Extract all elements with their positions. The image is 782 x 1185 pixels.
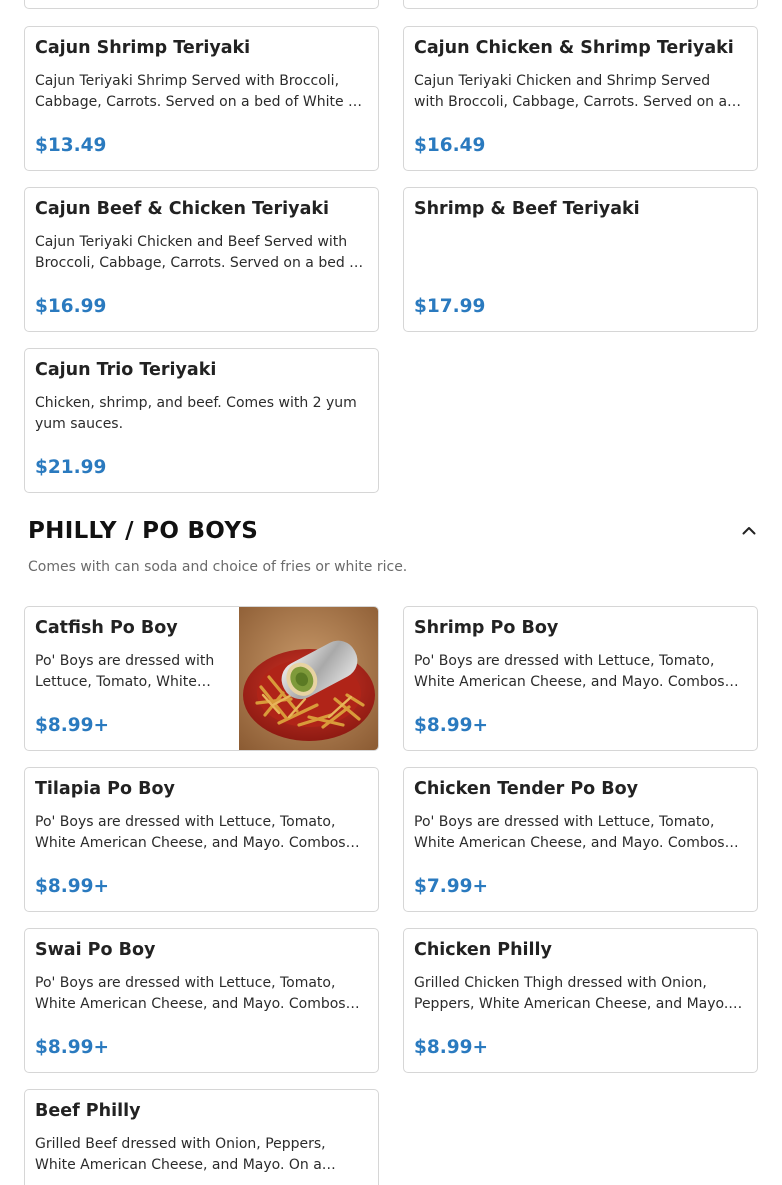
- menu-item-card-partial[interactable]: [403, 0, 758, 9]
- item-description: Po' Boys are dressed with Lettuce, Tomat…: [35, 653, 215, 690]
- wrap-with-fries-photo: [239, 607, 378, 750]
- menu-item-card[interactable]: Catfish Po Boy Po' Boys are dressed with…: [24, 606, 379, 751]
- item-name: Shrimp Po Boy: [414, 618, 559, 638]
- item-description: Grilled Chicken Thigh dressed with Onion…: [414, 975, 743, 1012]
- item-description: Chicken, shrimp, and beef. Comes with 2 …: [35, 395, 357, 432]
- item-price: $8.99+: [35, 1037, 110, 1058]
- menu-item-card[interactable]: Tilapia Po Boy Po' Boys are dressed with…: [24, 767, 379, 912]
- item-name: Swai Po Boy: [35, 940, 156, 960]
- section-title: PHILLY / PO BOYS: [28, 518, 259, 544]
- item-name: Beef Philly: [35, 1101, 141, 1121]
- item-description: Po' Boys are dressed with Lettuce, Tomat…: [35, 975, 360, 1012]
- item-price: $8.99+: [35, 876, 110, 897]
- menu-item-card[interactable]: Shrimp Po Boy Po' Boys are dressed with …: [403, 606, 758, 751]
- item-name: Cajun Shrimp Teriyaki: [35, 38, 251, 58]
- menu-item-card-partial[interactable]: [24, 0, 379, 9]
- item-price: $8.99+: [414, 715, 489, 736]
- item-description: Cajun Teriyaki Chicken and Beef Served w…: [35, 234, 364, 271]
- item-description: Po' Boys are dressed with Lettuce, Tomat…: [35, 814, 360, 851]
- item-name: Catfish Po Boy: [35, 618, 178, 638]
- item-description: Grilled Beef dressed with Onion, Peppers…: [35, 1136, 336, 1173]
- menu-item-card[interactable]: Cajun Shrimp Teriyaki Cajun Teriyaki Shr…: [24, 26, 379, 171]
- item-name: Shrimp & Beef Teriyaki: [414, 199, 640, 219]
- menu-item-card[interactable]: Cajun Beef & Chicken Teriyaki Cajun Teri…: [24, 187, 379, 332]
- menu-item-card[interactable]: Swai Po Boy Po' Boys are dressed with Le…: [24, 928, 379, 1073]
- item-name: Chicken Philly: [414, 940, 552, 960]
- menu-item-card[interactable]: Chicken Philly Grilled Chicken Thigh dre…: [403, 928, 758, 1073]
- section-header: PHILLY / PO BOYS Comes with can soda and…: [28, 518, 761, 575]
- item-price: $8.99+: [414, 1037, 489, 1058]
- menu-item-card[interactable]: Cajun Trio Teriyaki Chicken, shrimp, and…: [24, 348, 379, 493]
- item-name: Cajun Beef & Chicken Teriyaki: [35, 199, 330, 219]
- item-price: $21.99: [35, 457, 107, 478]
- menu-item-card[interactable]: Beef Philly Grilled Beef dressed with On…: [24, 1089, 379, 1185]
- item-description: Po' Boys are dressed with Lettuce, Tomat…: [414, 653, 739, 690]
- item-name: Chicken Tender Po Boy: [414, 779, 639, 799]
- item-description: Cajun Teriyaki Shrimp Served with Brocco…: [35, 73, 363, 110]
- item-price: $16.99: [35, 296, 107, 317]
- collapse-section-button[interactable]: [737, 518, 761, 542]
- item-price: $13.49: [35, 135, 107, 156]
- item-name: Cajun Chicken & Shrimp Teriyaki: [414, 38, 734, 58]
- item-price: $17.99: [414, 296, 486, 317]
- item-name: Tilapia Po Boy: [35, 779, 175, 799]
- item-name: Cajun Trio Teriyaki: [35, 360, 217, 380]
- chevron-up-icon: [742, 526, 756, 534]
- item-price: $8.99+: [35, 715, 110, 736]
- item-price: $16.49: [414, 135, 486, 156]
- section-subtitle: Comes with can soda and choice of fries …: [28, 559, 408, 575]
- item-description: Cajun Teriyaki Chicken and Shrimp Served…: [414, 73, 728, 110]
- menu-page: Cajun Shrimp Teriyaki Cajun Teriyaki Shr…: [0, 0, 782, 1185]
- menu-item-card[interactable]: Chicken Tender Po Boy Po' Boys are dress…: [403, 767, 758, 912]
- menu-item-card[interactable]: Cajun Chicken & Shrimp Teriyaki Cajun Te…: [403, 26, 758, 171]
- item-price: $7.99+: [414, 876, 489, 897]
- menu-item-card[interactable]: Shrimp & Beef Teriyaki $17.99: [403, 187, 758, 332]
- item-description: Po' Boys are dressed with Lettuce, Tomat…: [414, 814, 739, 851]
